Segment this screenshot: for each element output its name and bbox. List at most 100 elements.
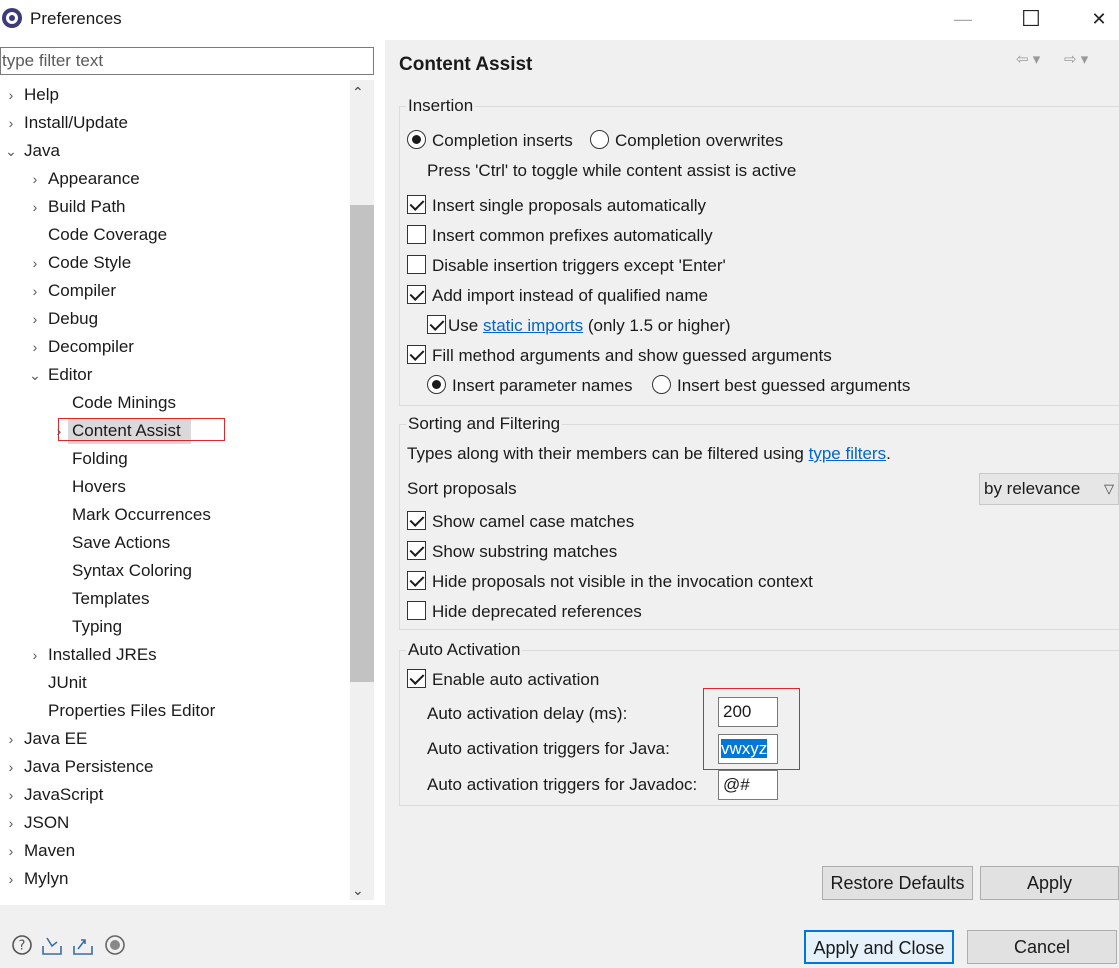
fill-method-checkbox[interactable]: Fill method arguments and show guessed a… xyxy=(407,344,832,368)
disable-triggers-checkbox[interactable]: Disable insertion triggers except 'Enter… xyxy=(407,254,726,278)
apply-and-close-button[interactable]: Apply and Close xyxy=(804,930,954,964)
tree-item[interactable]: › JavaScript xyxy=(9,781,104,809)
chevron-right-icon[interactable]: › xyxy=(4,109,18,137)
tree-item[interactable]: Mark Occurrences xyxy=(72,501,211,529)
tree-item[interactable]: › Code Style xyxy=(33,249,132,277)
tree-item-label: Appearance xyxy=(48,169,140,188)
back-nav-button[interactable]: ⇦ ▾ xyxy=(1016,50,1040,68)
tree-item[interactable]: › Build Path xyxy=(33,193,126,221)
filter-input[interactable] xyxy=(0,47,374,75)
chevron-right-icon[interactable]: › xyxy=(4,725,18,753)
pane-divider[interactable] xyxy=(385,40,399,905)
tree-item[interactable]: › Debug xyxy=(33,305,98,333)
tree-item[interactable]: Typing xyxy=(72,613,122,641)
tree-item[interactable]: Hovers xyxy=(72,473,126,501)
tree-item[interactable]: › Install/Update xyxy=(9,109,128,137)
tree-item[interactable]: ⌄ Editor xyxy=(29,361,93,389)
tree-item[interactable]: › Maven xyxy=(9,837,76,865)
add-import-checkbox[interactable]: Add import instead of qualified name xyxy=(407,284,708,308)
insert-single-checkbox[interactable]: Insert single proposals automatically xyxy=(407,194,706,218)
insert-param-names-radio[interactable]: Insert parameter names xyxy=(427,374,632,398)
tree-item-label: Maven xyxy=(24,841,76,860)
hide-not-visible-label: Hide proposals not visible in the invoca… xyxy=(432,572,813,591)
chevron-right-icon[interactable]: › xyxy=(4,753,18,781)
import-icon[interactable] xyxy=(41,934,63,956)
static-imports-link[interactable]: static imports xyxy=(483,316,583,335)
tree-item-label: JUnit xyxy=(48,673,87,692)
chevron-down-icon[interactable]: ⌄ xyxy=(4,137,18,165)
tree-scrollbar-thumb[interactable] xyxy=(350,205,374,682)
checkbox-icon xyxy=(407,345,426,365)
chevron-right-icon[interactable]: › xyxy=(28,165,42,193)
insert-common-checkbox[interactable]: Insert common prefixes automatically xyxy=(407,224,713,248)
restore-defaults-button[interactable]: Restore Defaults xyxy=(822,866,973,900)
tree-item[interactable]: Code Coverage xyxy=(48,221,167,249)
javadoc-triggers-input[interactable]: @# xyxy=(718,770,778,800)
type-filters-link[interactable]: type filters xyxy=(809,444,886,463)
tree-item[interactable]: Syntax Coloring xyxy=(72,557,192,585)
substring-label: Show substring matches xyxy=(432,542,618,561)
camel-case-checkbox[interactable]: Show camel case matches xyxy=(407,510,634,534)
hide-not-visible-checkbox[interactable]: Hide proposals not visible in the invoca… xyxy=(407,570,813,594)
tree-item[interactable]: › Content Assist xyxy=(57,417,181,445)
chevron-right-icon[interactable]: › xyxy=(28,277,42,305)
scroll-down-icon[interactable]: ⌄ xyxy=(352,882,364,899)
completion-overwrites-radio[interactable]: Completion overwrites xyxy=(590,129,783,153)
close-button[interactable]: ✕ xyxy=(1076,4,1119,34)
tree-item[interactable]: › Decompiler xyxy=(33,333,134,361)
chevron-right-icon[interactable]: › xyxy=(4,81,18,109)
types-text-label: Types along with their members can be fi… xyxy=(407,444,804,463)
chevron-right-icon[interactable]: › xyxy=(28,333,42,361)
chevron-right-icon[interactable]: › xyxy=(4,865,18,893)
tree-item[interactable]: › JSON xyxy=(9,809,70,837)
tree-item[interactable]: › Java EE xyxy=(9,725,88,753)
tree-item[interactable]: ⌄ Java xyxy=(5,137,60,165)
hide-deprecated-checkbox[interactable]: Hide deprecated references xyxy=(407,600,642,624)
chevron-right-icon[interactable]: › xyxy=(4,837,18,865)
insert-best-guessed-radio[interactable]: Insert best guessed arguments xyxy=(652,374,910,398)
record-icon[interactable] xyxy=(104,934,126,956)
chevron-right-icon[interactable]: › xyxy=(4,781,18,809)
completion-inserts-label: Completion inserts xyxy=(432,131,573,150)
checkbox-icon xyxy=(407,511,426,531)
cancel-button[interactable]: Cancel xyxy=(967,930,1117,964)
tree-item[interactable]: Templates xyxy=(72,585,149,613)
completion-inserts-radio[interactable]: Completion inserts xyxy=(407,129,573,153)
chevron-right-icon[interactable]: › xyxy=(28,305,42,333)
tree-item[interactable]: Save Actions xyxy=(72,529,170,557)
chevron-right-icon[interactable]: › xyxy=(4,809,18,837)
tree-item[interactable]: › Help xyxy=(9,81,59,109)
minimize-button[interactable]: — xyxy=(940,4,986,34)
substring-checkbox[interactable]: Show substring matches xyxy=(407,540,617,564)
radio-icon xyxy=(427,375,446,395)
tree-item[interactable]: JUnit xyxy=(48,669,87,697)
forward-nav-button[interactable]: ⇨ ▾ xyxy=(1064,50,1088,68)
javadoc-triggers-label: Auto activation triggers for Javadoc: xyxy=(427,775,698,794)
tree-item[interactable]: › Mylyn xyxy=(9,865,69,893)
sort-proposals-select[interactable]: by relevance ▽ xyxy=(979,473,1119,505)
chevron-right-icon[interactable]: › xyxy=(28,249,42,277)
insertion-group-label: Insertion xyxy=(406,96,476,116)
eclipse-gear-icon xyxy=(2,8,22,28)
tree-item[interactable]: Code Minings xyxy=(72,389,176,417)
tree-item-label: Editor xyxy=(48,365,93,384)
export-icon[interactable] xyxy=(72,934,94,956)
chevron-right-icon[interactable]: › xyxy=(28,193,42,221)
help-icon[interactable]: ? xyxy=(11,934,33,956)
enable-auto-activation-label: Enable auto activation xyxy=(432,670,600,689)
tree-item[interactable]: › Java Persistence xyxy=(9,753,154,781)
chevron-right-icon[interactable]: › xyxy=(28,641,42,669)
enable-auto-activation-checkbox[interactable]: Enable auto activation xyxy=(407,668,599,692)
maximize-button[interactable]: ☐ xyxy=(1008,4,1054,34)
tree-item[interactable]: Properties Files Editor xyxy=(48,697,215,725)
chevron-right-icon[interactable]: › xyxy=(52,417,66,445)
use-static-imports-checkbox[interactable]: Use static imports (only 1.5 or higher) xyxy=(427,314,731,338)
scroll-up-icon[interactable]: ⌃ xyxy=(352,84,364,101)
insert-best-guessed-label: Insert best guessed arguments xyxy=(677,376,911,395)
chevron-down-icon[interactable]: ⌄ xyxy=(28,361,42,389)
tree-item[interactable]: › Compiler xyxy=(33,277,116,305)
tree-item[interactable]: › Appearance xyxy=(33,165,140,193)
tree-item[interactable]: › Installed JREs xyxy=(33,641,157,669)
tree-item[interactable]: Folding xyxy=(72,445,128,473)
apply-button[interactable]: Apply xyxy=(980,866,1119,900)
